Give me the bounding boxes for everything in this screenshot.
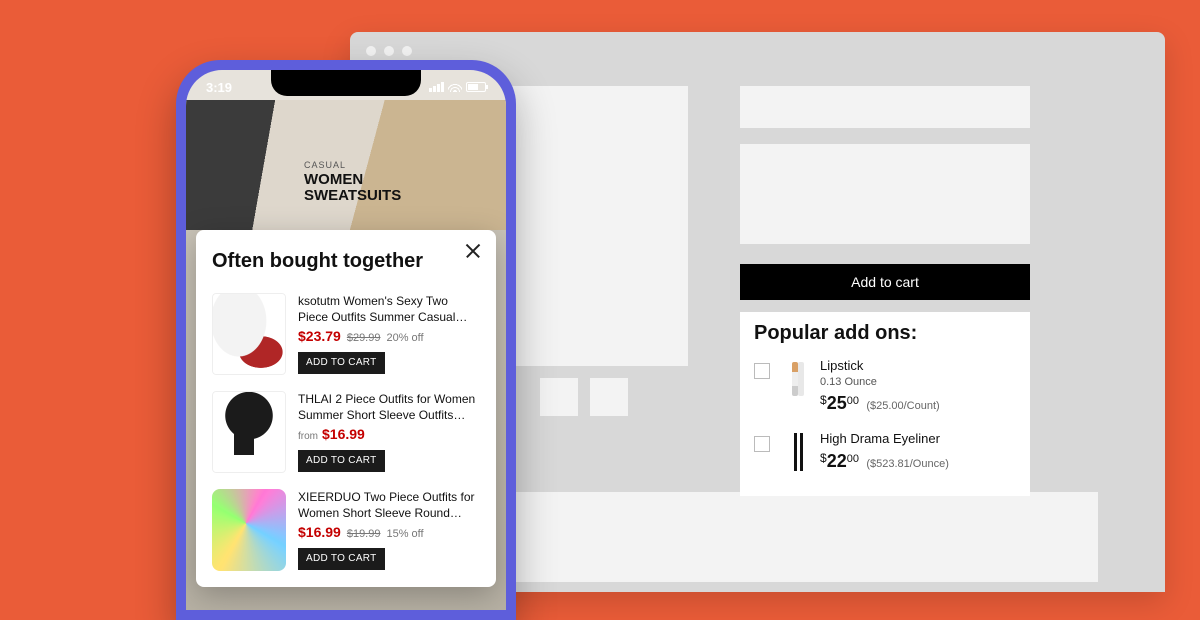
- addon-thumbnail: [780, 357, 810, 401]
- addon-price: $2500 ($25.00/Count): [820, 391, 940, 415]
- status-time: 3:19: [206, 80, 232, 95]
- addons-title: Popular add ons:: [754, 322, 1016, 345]
- product-row: ksotutm Women's Sexy Two Piece Outfits S…: [212, 285, 480, 383]
- bought-together-popup: Often bought together ksotutm Women's Se…: [196, 230, 496, 587]
- banner-headline: WOMENSWEATSUITS: [304, 172, 401, 204]
- product-name[interactable]: THLAI 2 Piece Outfits for Women Summer S…: [298, 391, 480, 423]
- lipstick-icon: [792, 362, 798, 396]
- price-line: $23.79 $29.99 20% off: [298, 327, 480, 346]
- wireframe-desc-block: [740, 144, 1030, 244]
- addon-thumbnail: [780, 430, 810, 474]
- hero-banner: CASUAL WOMENSWEATSUITS: [186, 100, 506, 230]
- addon-subtitle: 0.13 Ounce: [820, 375, 940, 390]
- addon-row: Lipstick 0.13 Ounce $2500 ($25.00/Count): [754, 353, 1016, 426]
- phone-frame: 3:19 CASUAL WOMENSWEATSUITS Often bought…: [176, 60, 516, 620]
- cellular-signal-icon: [429, 82, 444, 92]
- price-discount: 20% off: [386, 331, 423, 346]
- addon-row: High Drama Eyeliner $2200 ($523.81/Ounce…: [754, 426, 1016, 484]
- price-now: $16.99: [298, 523, 341, 542]
- add-to-cart-button[interactable]: ADD TO CART: [298, 548, 385, 570]
- popup-title: Often bought together: [212, 250, 480, 273]
- price-line: from $16.99: [298, 425, 480, 444]
- window-controls[interactable]: [366, 46, 412, 56]
- product-name[interactable]: XIEERDUO Two Piece Outfits for Women Sho…: [298, 489, 480, 521]
- banner-tag: CASUAL: [304, 160, 346, 170]
- window-dot[interactable]: [384, 46, 394, 56]
- product-thumbnail[interactable]: [212, 489, 286, 571]
- product-row: XIEERDUO Two Piece Outfits for Women Sho…: [212, 481, 480, 579]
- price-was: $19.99: [347, 527, 381, 542]
- battery-icon: [466, 82, 486, 92]
- price-now: $16.99: [322, 425, 365, 444]
- price-line: $16.99 $19.99 15% off: [298, 523, 480, 542]
- phone-screen: 3:19 CASUAL WOMENSWEATSUITS Often bought…: [186, 70, 506, 610]
- wireframe-thumbnail: [590, 378, 628, 416]
- price-from-label: from: [298, 430, 318, 444]
- addon-name: High Drama Eyeliner: [820, 430, 949, 448]
- addon-checkbox[interactable]: [754, 363, 770, 379]
- phone-notch: [271, 70, 421, 96]
- add-to-cart-button[interactable]: Add to cart: [740, 264, 1030, 300]
- popular-addons-panel: Popular add ons: Lipstick 0.13 Ounce $25…: [740, 312, 1030, 496]
- price-was: $29.99: [347, 331, 381, 346]
- wifi-icon: [448, 82, 462, 92]
- add-to-cart-button[interactable]: ADD TO CART: [298, 352, 385, 374]
- wireframe-title-block: [740, 86, 1030, 128]
- price-now: $23.79: [298, 327, 341, 346]
- product-thumbnail[interactable]: [212, 391, 286, 473]
- price-discount: 15% off: [386, 527, 423, 542]
- add-to-cart-button[interactable]: ADD TO CART: [298, 450, 385, 472]
- product-row: THLAI 2 Piece Outfits for Women Summer S…: [212, 383, 480, 481]
- window-dot[interactable]: [366, 46, 376, 56]
- window-dot[interactable]: [402, 46, 412, 56]
- wireframe-thumbnail: [540, 378, 578, 416]
- product-name[interactable]: ksotutm Women's Sexy Two Piece Outfits S…: [298, 293, 480, 325]
- addon-price: $2200 ($523.81/Ounce): [820, 449, 949, 473]
- addon-name: Lipstick: [820, 357, 940, 375]
- eyeliner-icon: [794, 433, 797, 471]
- product-thumbnail[interactable]: [212, 293, 286, 375]
- close-icon[interactable]: [462, 240, 484, 262]
- addon-checkbox[interactable]: [754, 436, 770, 452]
